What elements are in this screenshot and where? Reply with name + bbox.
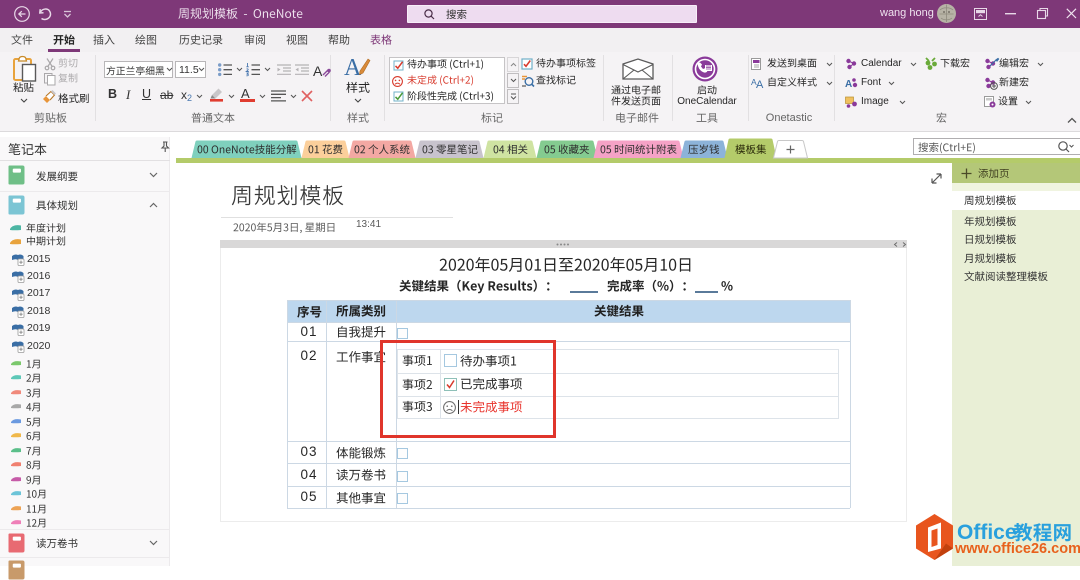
svg-text:A: A [756,79,764,91]
svg-text:A: A [344,55,362,81]
svg-text:A: A [845,79,852,90]
